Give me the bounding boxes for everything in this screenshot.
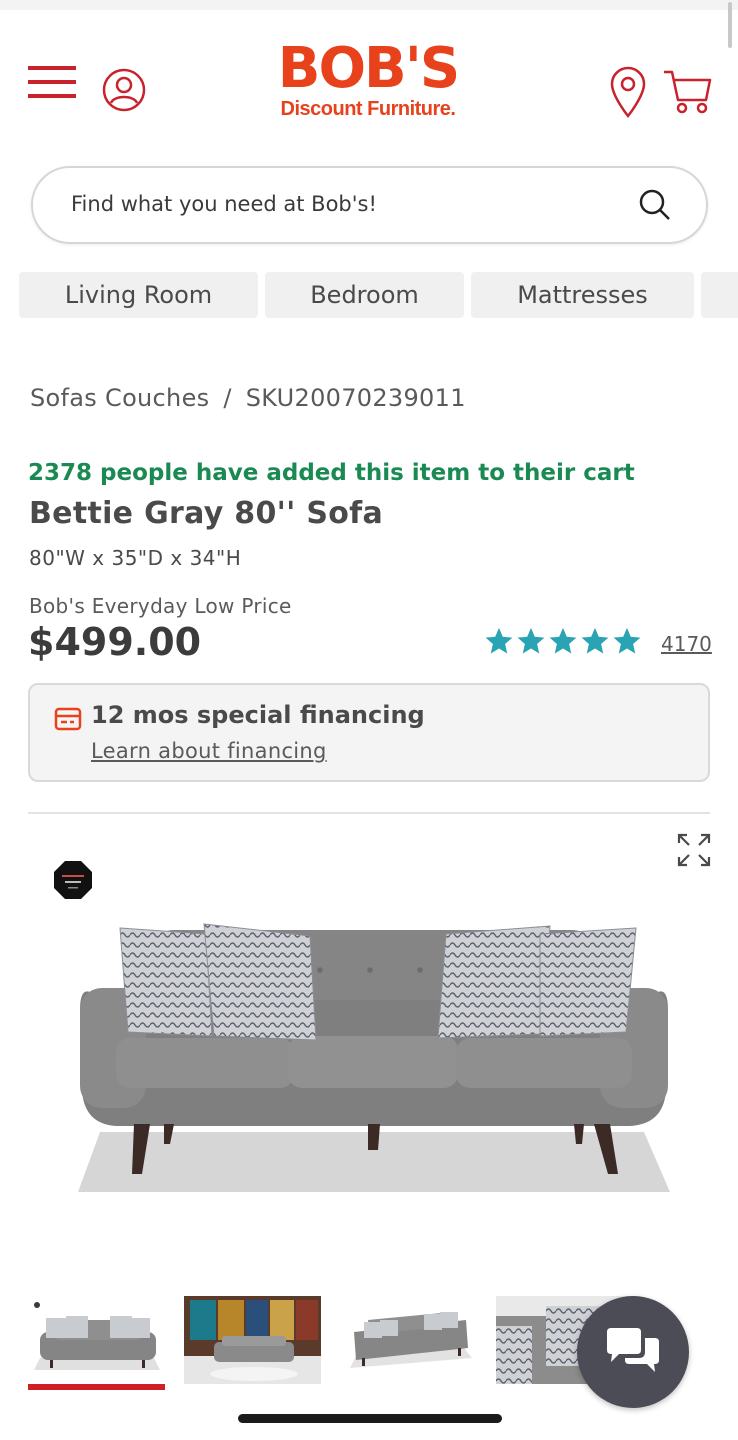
site-header: BOB'S Discount Furniture. xyxy=(0,10,738,150)
product-main-image[interactable] xyxy=(70,910,674,1200)
product-dimensions: 80"W x 35"D x 34"H xyxy=(29,546,242,570)
product-price: $499.00 xyxy=(28,620,202,664)
financing-box: 12 mos special financing Learn about fin… xyxy=(28,683,710,782)
status-bar xyxy=(0,0,738,10)
category-tab-living-room[interactable]: Living Room xyxy=(19,272,258,318)
bobs-logo[interactable]: BOB'S Discount Furniture. xyxy=(262,40,474,124)
expand-fullscreen-icon[interactable] xyxy=(676,832,712,868)
financing-title: 12 mos special financing xyxy=(91,701,425,729)
social-proof-text: 2378 people have added this item to thei… xyxy=(28,460,635,486)
chat-button[interactable] xyxy=(577,1296,689,1408)
search-bar[interactable]: Find what you need at Bob's! xyxy=(31,166,708,244)
active-dot xyxy=(34,1302,40,1308)
hamburger-menu-icon[interactable] xyxy=(28,64,76,100)
breadcrumb-sku: SKU20070239011 xyxy=(245,384,466,412)
location-pin-icon[interactable] xyxy=(608,66,648,118)
thumbnail-image xyxy=(184,1296,321,1384)
thumbnail-image xyxy=(340,1296,477,1384)
review-count-link[interactable]: 4170 xyxy=(661,632,712,656)
breadcrumb: Sofas Couches / SKU20070239011 xyxy=(30,384,466,412)
star-icon xyxy=(613,627,641,654)
search-icon[interactable] xyxy=(638,188,672,222)
credit-card-icon xyxy=(54,707,82,731)
learn-financing-link[interactable]: Learn about financing xyxy=(91,739,327,763)
home-indicator xyxy=(238,1414,502,1423)
logo-tagline: Discount Furniture. xyxy=(280,98,456,120)
product-title: Bettie Gray 80'' Sofa xyxy=(29,496,384,531)
cart-icon[interactable] xyxy=(662,68,712,116)
breadcrumb-separator: / xyxy=(223,384,232,412)
chat-bubbles-icon xyxy=(607,1328,659,1372)
category-tab-bedroom[interactable]: Bedroom xyxy=(265,272,464,318)
thumbnail-2[interactable] xyxy=(184,1296,321,1384)
account-icon[interactable] xyxy=(102,68,146,112)
thumbnail-image xyxy=(28,1296,165,1384)
price-label: Bob's Everyday Low Price xyxy=(29,594,292,618)
category-tab-partial[interactable] xyxy=(701,272,738,318)
logo-wordmark: BOB'S xyxy=(277,36,460,101)
star-icon xyxy=(581,627,609,654)
thumbnail-1[interactable] xyxy=(28,1296,165,1384)
category-nav: Living Room Bedroom Mattresses xyxy=(19,272,738,318)
breadcrumb-category[interactable]: Sofas Couches xyxy=(30,384,209,412)
search-input[interactable]: Find what you need at Bob's! xyxy=(71,192,377,216)
star-rating[interactable] xyxy=(484,626,644,656)
active-thumbnail-indicator xyxy=(28,1384,165,1390)
star-icon xyxy=(549,627,577,654)
thumbnail-3[interactable] xyxy=(340,1296,477,1384)
category-tab-mattresses[interactable]: Mattresses xyxy=(471,272,694,318)
star-icon xyxy=(485,627,513,654)
section-divider xyxy=(28,812,710,814)
star-icon xyxy=(517,627,545,654)
award-badge-icon xyxy=(54,861,92,899)
